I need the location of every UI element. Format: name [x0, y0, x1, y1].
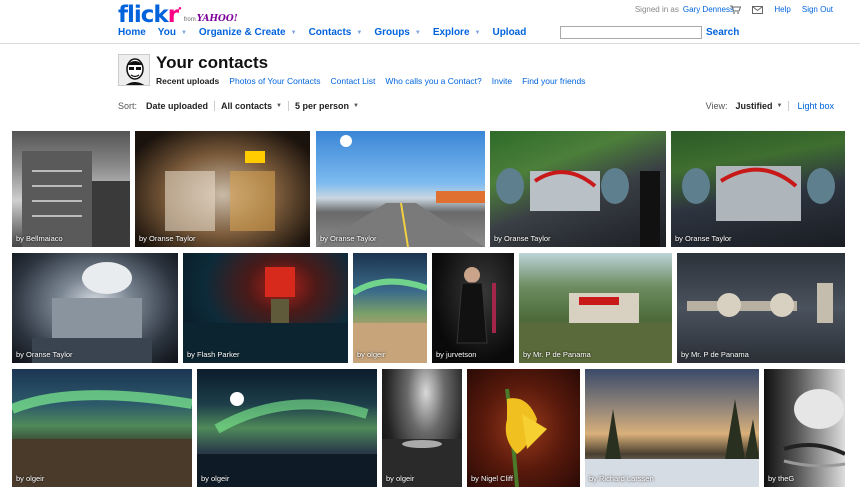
main-nav: Home You ▼ Organize & Create ▼ Contacts ▼ G…	[118, 27, 538, 38]
photo-thumbnail[interactable]: by olgeir	[197, 369, 377, 487]
nav-organize-create[interactable]: Organize & Create ▼	[199, 27, 297, 38]
photo-thumbnail[interactable]: by Oranse Taylor	[135, 131, 310, 247]
photo-thumbnail[interactable]: by olgeir	[12, 369, 192, 487]
signed-in-user-link[interactable]: Gary Denness	[683, 5, 734, 14]
photo-caption: by Nigel Cliff	[471, 474, 513, 483]
photo-thumbnail[interactable]: by Oranse Taylor	[490, 131, 666, 247]
lightbox-link[interactable]: Light box	[797, 101, 834, 111]
photo-caption: by jurvetson	[436, 350, 477, 359]
photo-caption: by Richard Larssen	[589, 474, 654, 483]
logo-dot-icon: ●	[178, 6, 182, 12]
nav-groups[interactable]: Groups ▼	[374, 27, 421, 38]
photo-thumbnail[interactable]: by Oranse Taylor	[316, 131, 485, 247]
photo-caption: by Flash Parker	[187, 350, 240, 359]
subnav-photos-of-contacts[interactable]: Photos of Your Contacts	[229, 76, 320, 86]
photo-caption: by Mr. P de Panama	[523, 350, 591, 359]
help-link[interactable]: Help	[774, 5, 790, 14]
chevron-down-icon: ▼	[414, 29, 421, 36]
yahoo-logo: YAHOO!	[196, 14, 238, 24]
contacts-subnav: Recent uploads Photos of Your Contacts C…	[156, 76, 595, 86]
subnav-find-friends[interactable]: Find your friends	[522, 76, 585, 86]
photo-caption: by Oranse Taylor	[675, 234, 732, 243]
page-title: Your contacts	[156, 53, 269, 72]
photo-caption: by Mr. P de Panama	[681, 350, 749, 359]
chevron-down-icon: ▼	[356, 29, 363, 36]
search-input[interactable]	[560, 26, 702, 39]
chevron-down-icon: ▼	[276, 103, 282, 109]
sort-date-uploaded[interactable]: Date uploaded	[146, 101, 216, 111]
photo-thumbnail[interactable]: by Bellmaiaco	[12, 131, 130, 247]
nav-contacts[interactable]: Contacts ▼	[309, 27, 363, 38]
photo-caption: by Oranse Taylor	[494, 234, 551, 243]
photo-caption: by theG	[768, 474, 795, 483]
sort-per-person[interactable]: 5 per person ▼	[289, 101, 365, 111]
photo-thumbnail[interactable]: by Oranse Taylor	[12, 253, 178, 363]
view-label: View:	[705, 101, 728, 111]
photo-caption: by olgeir	[201, 474, 230, 483]
cart-icon[interactable]	[730, 5, 742, 14]
photo-caption: by Oranse Taylor	[139, 234, 196, 243]
photo-caption: by Oranse Taylor	[16, 350, 73, 359]
photo-thumbnail[interactable]: by Richard Larssen	[585, 369, 759, 487]
subnav-recent-uploads[interactable]: Recent uploads	[156, 76, 219, 86]
nav-explore[interactable]: Explore ▼	[433, 27, 481, 38]
photo-caption: by olgeir	[16, 474, 45, 483]
chevron-down-icon: ▼	[776, 103, 783, 109]
sort-label: Sort:	[118, 101, 138, 111]
subnav-contact-list[interactable]: Contact List	[331, 76, 376, 86]
photo-thumbnail[interactable]: by olgeir	[382, 369, 462, 487]
chevron-down-icon: ▼	[290, 29, 297, 36]
subnav-invite[interactable]: Invite	[492, 76, 512, 86]
sort-bar: Sort: Date uploaded All contacts ▼ 5 per …	[118, 101, 365, 111]
avatar[interactable]	[118, 54, 150, 86]
photo-caption: by Bellmaiaco	[16, 234, 63, 243]
photo-thumbnail[interactable]: by Oranse Taylor	[671, 131, 845, 247]
nav-home[interactable]: Home	[118, 27, 146, 38]
photo-caption: by olgeir	[386, 474, 415, 483]
sign-out-link[interactable]: Sign Out	[802, 5, 833, 14]
photo-thumbnail[interactable]: by Nigel Cliff	[467, 369, 580, 487]
photo-thumbnail[interactable]: by theG	[764, 369, 845, 487]
nav-you[interactable]: You ▼	[158, 27, 187, 38]
signed-in-label: Signed in as	[634, 5, 679, 14]
nav-upload[interactable]: Upload	[492, 27, 526, 38]
mail-icon[interactable]	[752, 5, 764, 14]
view-bar: View: Justified ▼ Light box	[706, 101, 834, 111]
photo-thumbnail[interactable]: by Mr. P de Panama	[677, 253, 845, 363]
chevron-down-icon: ▼	[474, 29, 481, 36]
chevron-down-icon: ▼	[180, 29, 187, 36]
logo-wordmark: flickr	[118, 2, 179, 28]
utility-links: Help Sign Out	[730, 5, 833, 14]
chevron-down-icon: ▼	[353, 103, 359, 109]
signed-in-status: Signed in as Gary Denness	[635, 5, 734, 14]
photo-caption: by olgeir	[357, 350, 386, 359]
flickr-logo[interactable]: flickr ● from YAHOO!	[118, 2, 238, 28]
photo-thumbnail[interactable]: by Mr. P de Panama	[519, 253, 672, 363]
logo-from: from	[183, 17, 196, 23]
photo-caption: by Oranse Taylor	[320, 234, 377, 243]
sort-contacts-filter[interactable]: All contacts ▼	[215, 101, 289, 111]
header-divider	[0, 43, 860, 44]
view-justified-select[interactable]: Justified ▼	[736, 101, 790, 111]
subnav-who-calls-you-contact[interactable]: Who calls you a Contact?	[385, 76, 481, 86]
photo-thumbnail[interactable]: by jurvetson	[432, 253, 514, 363]
photo-thumbnail[interactable]: by olgeir	[353, 253, 427, 363]
photo-thumbnail[interactable]: by Flash Parker	[183, 253, 348, 363]
search-button[interactable]: Search	[706, 27, 739, 38]
